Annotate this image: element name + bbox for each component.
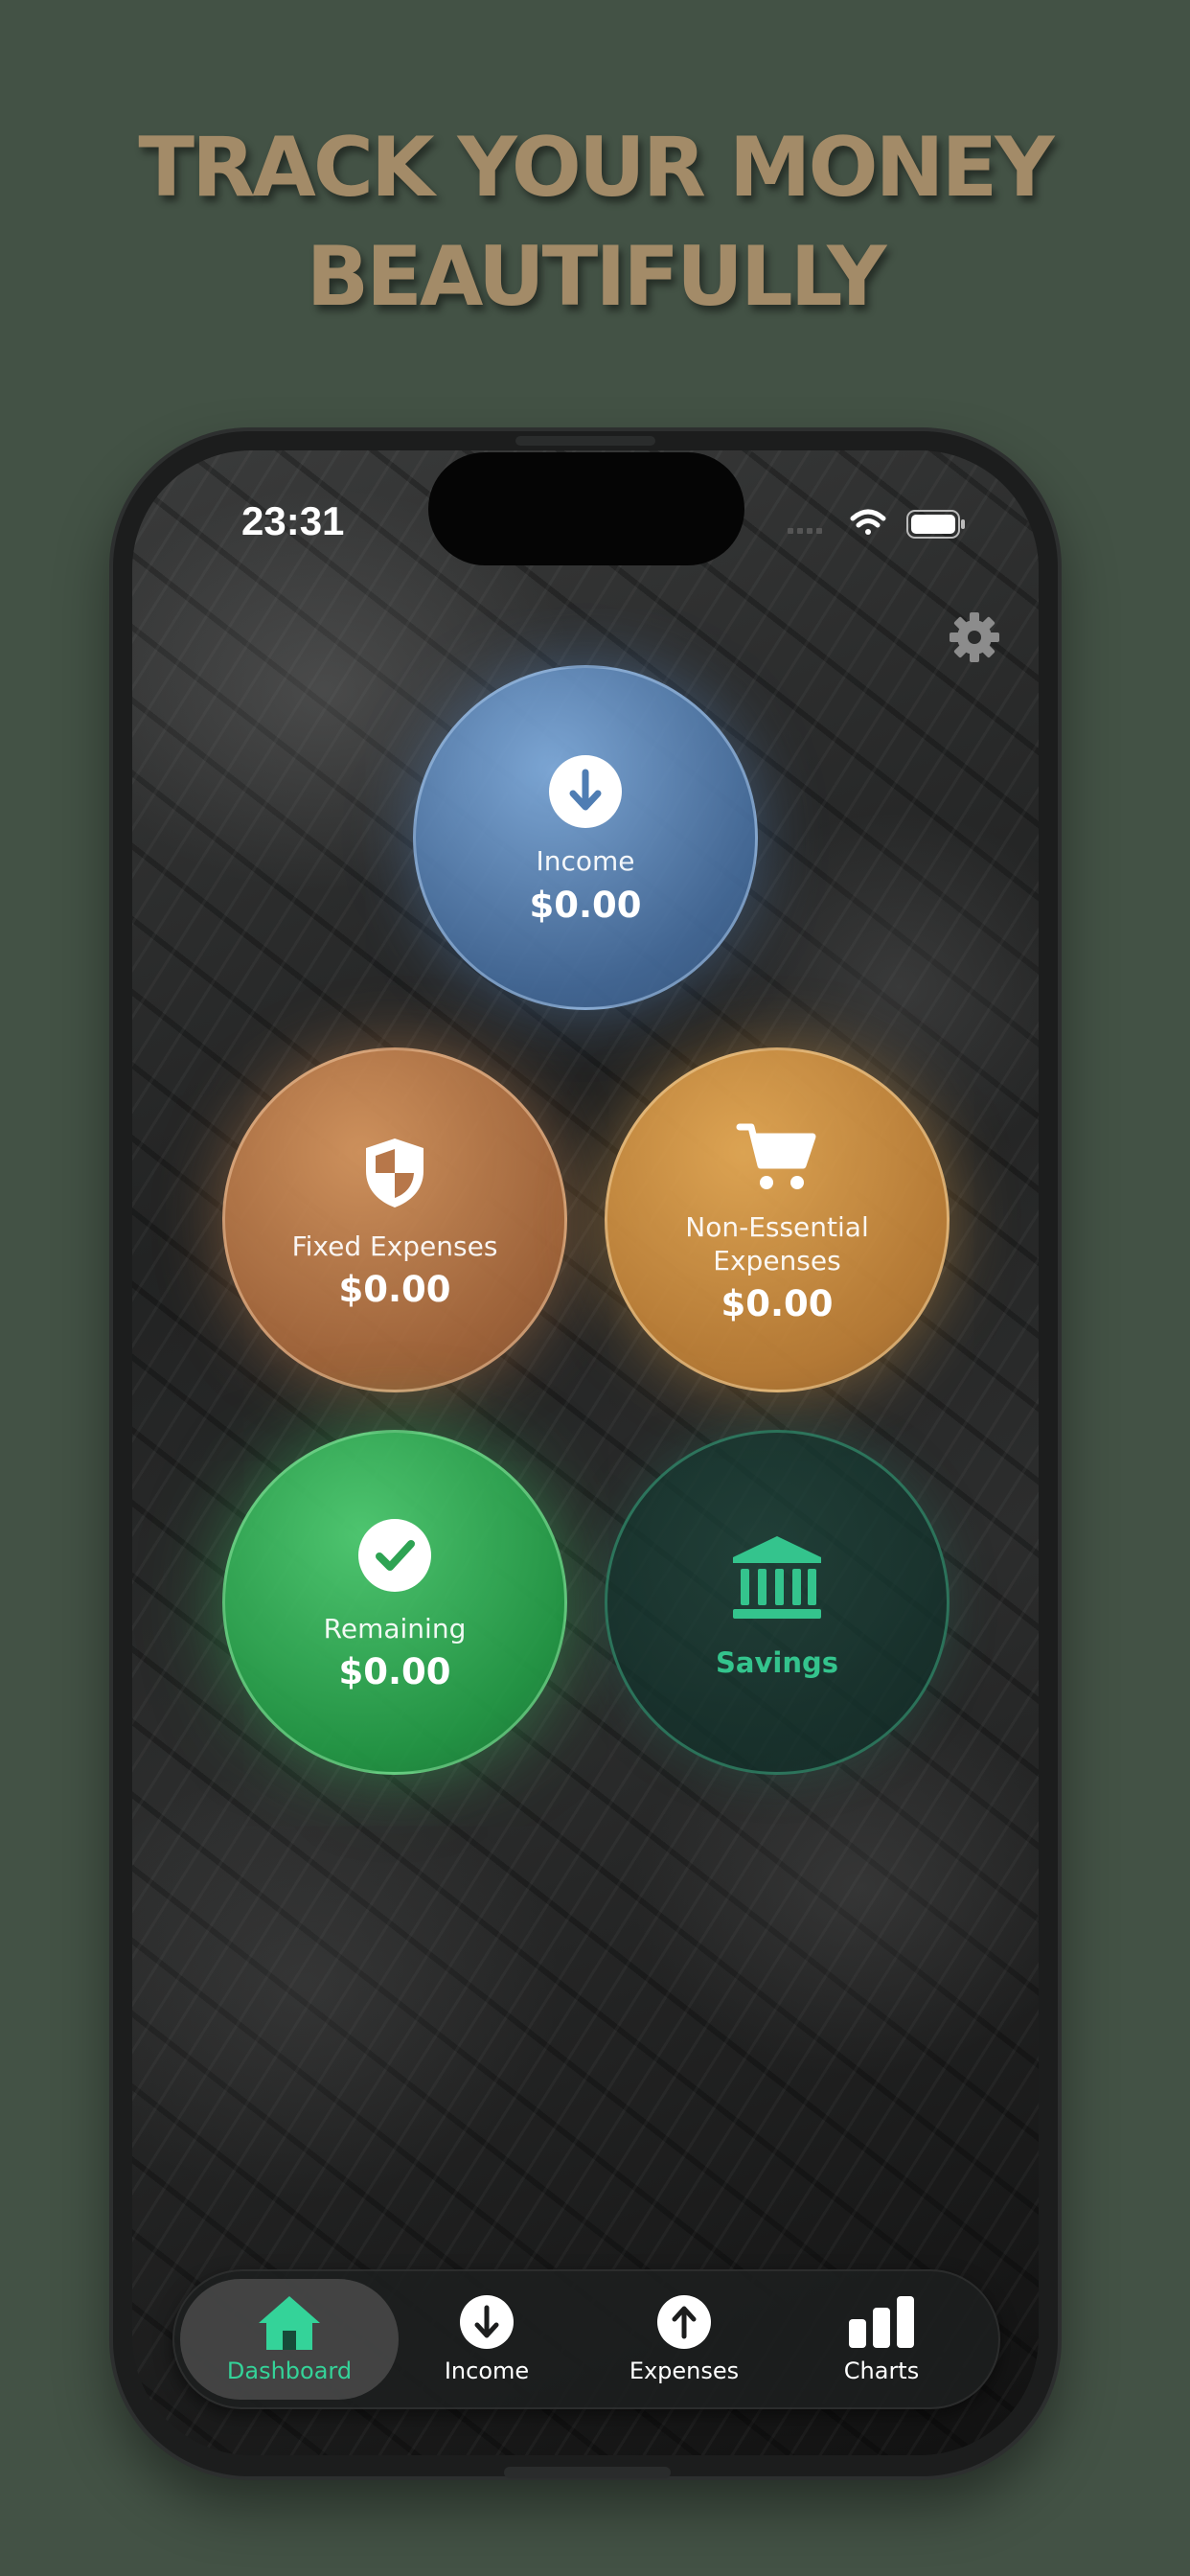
savings-card[interactable]: Savings <box>605 1430 950 1775</box>
settings-gear-icon[interactable] <box>947 610 1002 665</box>
arrow-up-circle-icon <box>588 2294 780 2350</box>
arrow-down-circle-icon <box>391 2294 583 2350</box>
tab-income-label: Income <box>444 2358 530 2384</box>
status-time: 23:31 <box>241 498 345 543</box>
non-essential-label-line-1: Non-Essential <box>685 1211 869 1243</box>
tab-charts-label: Charts <box>843 2358 920 2384</box>
remaining-card[interactable]: Remaining $0.00 <box>222 1430 567 1775</box>
bar-chart-icon <box>786 2294 977 2350</box>
checkmark-circle-icon <box>225 1519 564 1592</box>
phone-bottom-edge <box>504 2467 671 2478</box>
arrow-down-circle-icon <box>416 755 755 828</box>
headline-line-2: BEAUTIFULLY <box>306 229 887 325</box>
savings-label: Savings <box>716 1646 838 1679</box>
battery-icon <box>906 510 965 539</box>
tab-expenses[interactable]: Expenses <box>588 2279 780 2400</box>
non-essential-label-line-2: Expenses <box>713 1245 841 1276</box>
tab-dashboard[interactable]: Dashboard <box>180 2279 399 2400</box>
fixed-expenses-amount: $0.00 <box>338 1269 451 1310</box>
fixed-expenses-label: Fixed Expenses <box>291 1230 498 1262</box>
shield-icon <box>225 1137 564 1209</box>
signal-icon <box>788 528 822 534</box>
non-essential-expenses-card[interactable]: Non-Essential Expenses $0.00 <box>605 1047 950 1392</box>
headline-line-1: TRACK YOUR MONEY <box>138 120 1054 216</box>
marketing-headline: TRACK YOUR MONEY BEAUTIFULLY <box>0 113 1190 332</box>
non-essential-amount: $0.00 <box>721 1283 834 1324</box>
fixed-expenses-card[interactable]: Fixed Expenses $0.00 <box>222 1047 567 1392</box>
remaining-amount: $0.00 <box>338 1651 451 1692</box>
income-amount: $0.00 <box>529 885 642 926</box>
wifi-icon <box>850 509 886 535</box>
remaining-label: Remaining <box>323 1613 467 1644</box>
house-icon <box>180 2294 399 2352</box>
phone-top-edge <box>515 436 655 446</box>
tab-expenses-label: Expenses <box>629 2358 740 2384</box>
bank-icon <box>607 1534 947 1622</box>
income-card[interactable]: Income $0.00 <box>413 665 758 1010</box>
dynamic-island <box>428 452 744 565</box>
tab-dashboard-label: Dashboard <box>226 2358 353 2384</box>
tab-income[interactable]: Income <box>391 2279 583 2400</box>
status-indicators <box>786 503 977 541</box>
tab-charts[interactable]: Charts <box>786 2279 977 2400</box>
cart-icon <box>607 1121 947 1194</box>
income-label: Income <box>536 845 635 877</box>
